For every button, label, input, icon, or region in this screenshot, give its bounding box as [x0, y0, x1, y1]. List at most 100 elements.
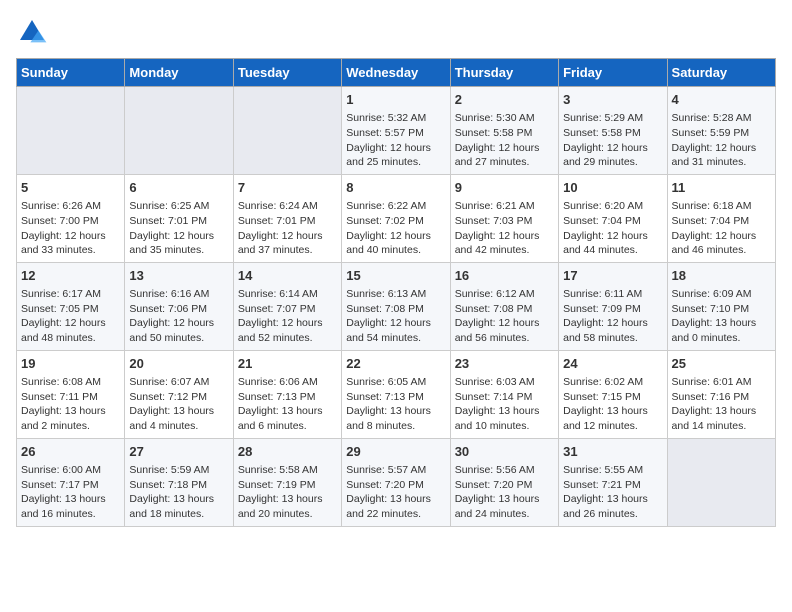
day-number: 9	[455, 179, 554, 197]
day-cell: 26 Sunrise: 6:00 AM Sunset: 7:17 PM Dayli…	[17, 438, 125, 526]
day-cell	[667, 438, 775, 526]
day-number: 31	[563, 443, 662, 461]
day-cell: 21 Sunrise: 6:06 AM Sunset: 7:13 PM Dayli…	[233, 350, 341, 438]
header-cell-monday: Monday	[125, 59, 233, 87]
header-row: SundayMondayTuesdayWednesdayThursdayFrid…	[17, 59, 776, 87]
day-cell: 18Sunrise: 6:09 AM Sunset: 7:10 PM Dayli…	[667, 262, 775, 350]
day-number: 13	[129, 267, 228, 285]
day-number: 23	[455, 355, 554, 373]
day-number: 7	[238, 179, 337, 197]
day-cell: 19 Sunrise: 6:08 AM Sunset: 7:11 PM Dayli…	[17, 350, 125, 438]
day-info: Sunrise: 6:24 AM Sunset: 7:01 PM Dayligh…	[238, 199, 337, 258]
week-row: 1 Sunrise: 5:32 AM Sunset: 5:57 PM Daylig…	[17, 87, 776, 175]
header-cell-thursday: Thursday	[450, 59, 558, 87]
day-cell: 11 Sunrise: 6:18 AM Sunset: 7:04 PM Dayli…	[667, 174, 775, 262]
day-cell	[233, 87, 341, 175]
header-cell-saturday: Saturday	[667, 59, 775, 87]
day-info: Sunrise: 6:18 AM Sunset: 7:04 PM Dayligh…	[672, 199, 771, 258]
day-info: Sunrise: 6:25 AM Sunset: 7:01 PM Dayligh…	[129, 199, 228, 258]
day-cell: 22Sunrise: 6:05 AM Sunset: 7:13 PM Dayli…	[342, 350, 450, 438]
day-info: Sunrise: 6:11 AM Sunset: 7:09 PM Dayligh…	[563, 287, 662, 346]
header-cell-tuesday: Tuesday	[233, 59, 341, 87]
day-cell: 29Sunrise: 5:57 AM Sunset: 7:20 PM Dayli…	[342, 438, 450, 526]
header-cell-wednesday: Wednesday	[342, 59, 450, 87]
day-info: Sunrise: 5:55 AM Sunset: 7:21 PM Dayligh…	[563, 463, 662, 522]
day-number: 5	[21, 179, 120, 197]
day-number: 15	[346, 267, 445, 285]
day-number: 8	[346, 179, 445, 197]
day-info: Sunrise: 6:17 AM Sunset: 7:05 PM Dayligh…	[21, 287, 120, 346]
day-info: Sunrise: 6:00 AM Sunset: 7:17 PM Dayligh…	[21, 463, 120, 522]
week-row: 5 Sunrise: 6:26 AM Sunset: 7:00 PM Daylig…	[17, 174, 776, 262]
day-number: 20	[129, 355, 228, 373]
header-cell-sunday: Sunday	[17, 59, 125, 87]
day-number: 21	[238, 355, 337, 373]
day-cell: 20 Sunrise: 6:07 AM Sunset: 7:12 PM Dayli…	[125, 350, 233, 438]
day-number: 1	[346, 91, 445, 109]
day-info: Sunrise: 6:06 AM Sunset: 7:13 PM Dayligh…	[238, 375, 337, 434]
logo	[16, 16, 52, 48]
day-info: Sunrise: 6:02 AM Sunset: 7:15 PM Dayligh…	[563, 375, 662, 434]
day-info: Sunrise: 5:56 AM Sunset: 7:20 PM Dayligh…	[455, 463, 554, 522]
day-info: Sunrise: 5:29 AM Sunset: 5:58 PM Dayligh…	[563, 111, 662, 170]
day-number: 14	[238, 267, 337, 285]
day-info: Sunrise: 5:30 AM Sunset: 5:58 PM Dayligh…	[455, 111, 554, 170]
day-number: 30	[455, 443, 554, 461]
day-number: 16	[455, 267, 554, 285]
day-info: Sunrise: 5:58 AM Sunset: 7:19 PM Dayligh…	[238, 463, 337, 522]
calendar-table: SundayMondayTuesdayWednesdayThursdayFrid…	[16, 58, 776, 527]
day-cell: 24 Sunrise: 6:02 AM Sunset: 7:15 PM Dayli…	[559, 350, 667, 438]
day-cell: 25 Sunrise: 6:01 AM Sunset: 7:16 PM Dayli…	[667, 350, 775, 438]
day-cell: 10 Sunrise: 6:20 AM Sunset: 7:04 PM Dayli…	[559, 174, 667, 262]
header-cell-friday: Friday	[559, 59, 667, 87]
day-number: 17	[563, 267, 662, 285]
week-row: 12 Sunrise: 6:17 AM Sunset: 7:05 PM Dayli…	[17, 262, 776, 350]
day-number: 10	[563, 179, 662, 197]
day-info: Sunrise: 6:07 AM Sunset: 7:12 PM Dayligh…	[129, 375, 228, 434]
day-cell: 1 Sunrise: 5:32 AM Sunset: 5:57 PM Daylig…	[342, 87, 450, 175]
day-cell: 2Sunrise: 5:30 AM Sunset: 5:58 PM Daylig…	[450, 87, 558, 175]
day-info: Sunrise: 6:14 AM Sunset: 7:07 PM Dayligh…	[238, 287, 337, 346]
day-info: Sunrise: 6:01 AM Sunset: 7:16 PM Dayligh…	[672, 375, 771, 434]
day-info: Sunrise: 6:13 AM Sunset: 7:08 PM Dayligh…	[346, 287, 445, 346]
logo-icon	[16, 16, 48, 48]
day-number: 22	[346, 355, 445, 373]
week-row: 26 Sunrise: 6:00 AM Sunset: 7:17 PM Dayli…	[17, 438, 776, 526]
day-cell: 5 Sunrise: 6:26 AM Sunset: 7:00 PM Daylig…	[17, 174, 125, 262]
day-info: Sunrise: 6:03 AM Sunset: 7:14 PM Dayligh…	[455, 375, 554, 434]
day-info: Sunrise: 6:08 AM Sunset: 7:11 PM Dayligh…	[21, 375, 120, 434]
day-number: 3	[563, 91, 662, 109]
day-number: 24	[563, 355, 662, 373]
day-number: 19	[21, 355, 120, 373]
day-cell: 7 Sunrise: 6:24 AM Sunset: 7:01 PM Daylig…	[233, 174, 341, 262]
day-cell: 8Sunrise: 6:22 AM Sunset: 7:02 PM Daylig…	[342, 174, 450, 262]
day-info: Sunrise: 6:20 AM Sunset: 7:04 PM Dayligh…	[563, 199, 662, 258]
day-number: 28	[238, 443, 337, 461]
day-number: 27	[129, 443, 228, 461]
day-info: Sunrise: 5:59 AM Sunset: 7:18 PM Dayligh…	[129, 463, 228, 522]
day-cell: 9 Sunrise: 6:21 AM Sunset: 7:03 PM Daylig…	[450, 174, 558, 262]
day-cell: 4Sunrise: 5:28 AM Sunset: 5:59 PM Daylig…	[667, 87, 775, 175]
day-cell: 3 Sunrise: 5:29 AM Sunset: 5:58 PM Daylig…	[559, 87, 667, 175]
day-cell: 15 Sunrise: 6:13 AM Sunset: 7:08 PM Dayli…	[342, 262, 450, 350]
day-number: 6	[129, 179, 228, 197]
day-number: 25	[672, 355, 771, 373]
day-cell: 16 Sunrise: 6:12 AM Sunset: 7:08 PM Dayli…	[450, 262, 558, 350]
day-number: 12	[21, 267, 120, 285]
day-number: 29	[346, 443, 445, 461]
day-info: Sunrise: 6:12 AM Sunset: 7:08 PM Dayligh…	[455, 287, 554, 346]
day-number: 4	[672, 91, 771, 109]
day-info: Sunrise: 6:26 AM Sunset: 7:00 PM Dayligh…	[21, 199, 120, 258]
day-cell: 17 Sunrise: 6:11 AM Sunset: 7:09 PM Dayli…	[559, 262, 667, 350]
day-cell: 14 Sunrise: 6:14 AM Sunset: 7:07 PM Dayli…	[233, 262, 341, 350]
day-cell	[125, 87, 233, 175]
day-number: 18	[672, 267, 771, 285]
day-cell: 12 Sunrise: 6:17 AM Sunset: 7:05 PM Dayli…	[17, 262, 125, 350]
day-info: Sunrise: 5:32 AM Sunset: 5:57 PM Dayligh…	[346, 111, 445, 170]
day-number: 26	[21, 443, 120, 461]
day-cell: 23 Sunrise: 6:03 AM Sunset: 7:14 PM Dayli…	[450, 350, 558, 438]
day-info: Sunrise: 6:21 AM Sunset: 7:03 PM Dayligh…	[455, 199, 554, 258]
day-cell: 30 Sunrise: 5:56 AM Sunset: 7:20 PM Dayli…	[450, 438, 558, 526]
page-header	[16, 16, 776, 48]
day-number: 11	[672, 179, 771, 197]
